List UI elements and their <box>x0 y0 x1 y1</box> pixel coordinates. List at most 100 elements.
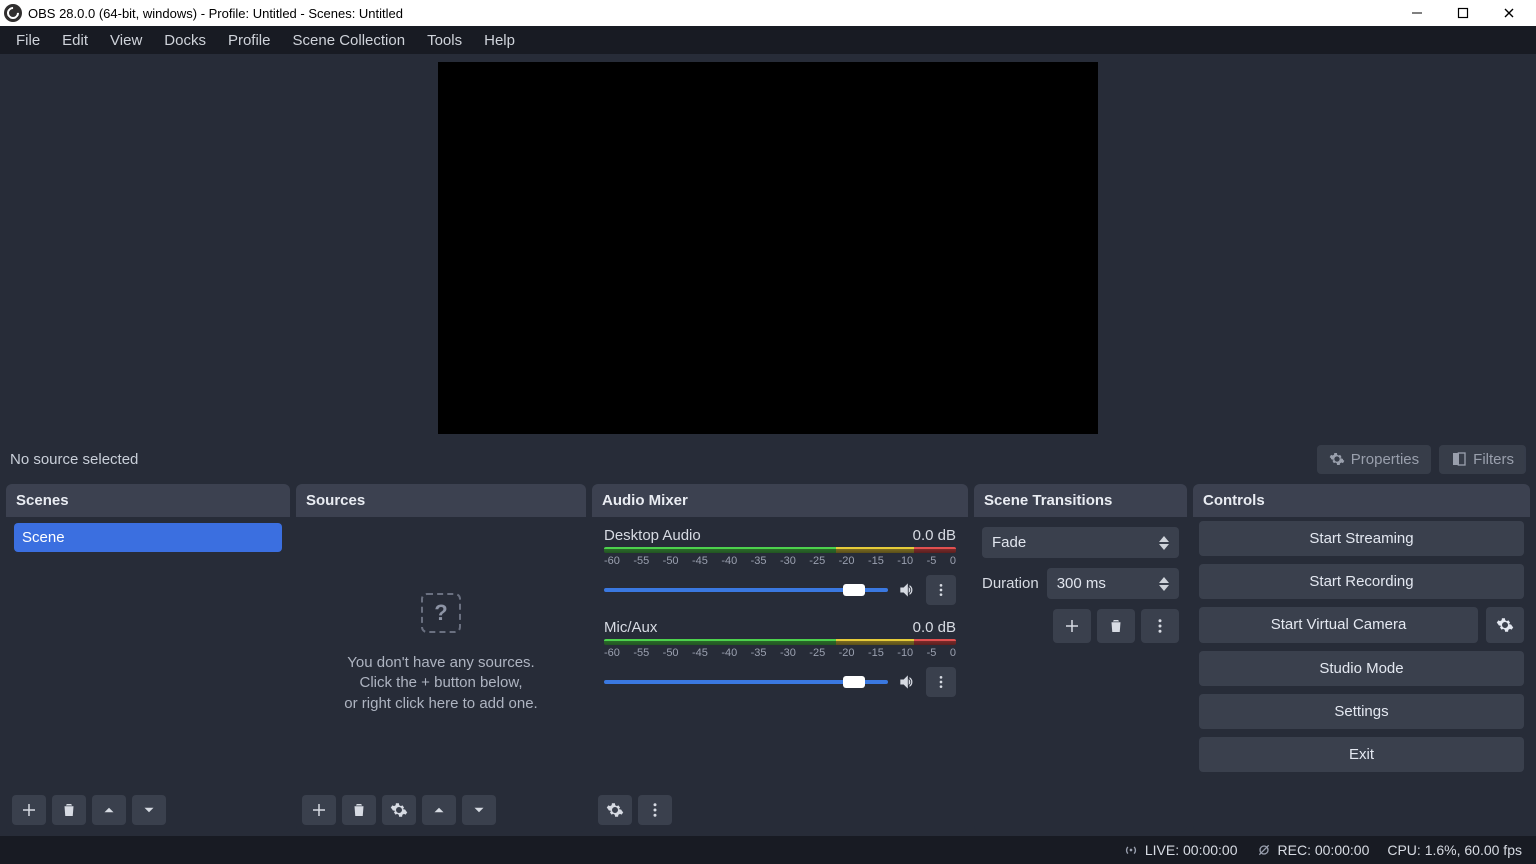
menu-docks[interactable]: Docks <box>154 28 216 53</box>
mixer-item-mic-aux: Mic/Aux 0.0 dB -60-55-50-45-40-35-30-25-… <box>598 615 962 707</box>
close-button[interactable] <box>1486 0 1532 26</box>
plus-icon <box>310 801 328 819</box>
filters-button[interactable]: Filters <box>1439 445 1526 474</box>
trash-icon <box>60 801 78 819</box>
preview-toolbar: No source selected Properties Filters <box>0 440 1536 478</box>
scenes-header[interactable]: Scenes <box>6 484 290 517</box>
obs-logo-icon <box>4 4 22 22</box>
meter-ticks: -60-55-50-45-40-35-30-25-20-15-10-50 <box>604 647 956 659</box>
start-streaming-button[interactable]: Start Streaming <box>1199 521 1524 556</box>
scene-transitions-dock: Scene Transitions Fade Duration 300 ms <box>974 484 1187 832</box>
preview-canvas[interactable] <box>438 62 1098 434</box>
gear-icon <box>1496 616 1514 634</box>
minimize-button[interactable] <box>1394 0 1440 26</box>
menubar: File Edit View Docks Profile Scene Colle… <box>0 26 1536 54</box>
menu-edit[interactable]: Edit <box>52 28 98 53</box>
meter-ticks: -60-55-50-45-40-35-30-25-20-15-10-50 <box>604 555 956 567</box>
menu-scene-collection[interactable]: Scene Collection <box>283 28 416 53</box>
audio-meter <box>604 639 956 645</box>
volume-slider[interactable] <box>604 680 888 684</box>
kebab-icon <box>646 801 664 819</box>
move-scene-up-button[interactable] <box>92 795 126 825</box>
chevron-down-icon <box>140 801 158 819</box>
status-live: LIVE: 00:00:00 <box>1123 842 1238 858</box>
audio-mixer-header[interactable]: Audio Mixer <box>592 484 968 517</box>
chevron-up-icon <box>100 801 118 819</box>
maximize-button[interactable] <box>1440 0 1486 26</box>
question-icon: ? <box>421 593 461 633</box>
exit-button[interactable]: Exit <box>1199 737 1524 772</box>
add-source-button[interactable] <box>302 795 336 825</box>
record-icon <box>1256 842 1272 858</box>
plus-icon <box>1063 617 1081 635</box>
filters-label: Filters <box>1473 451 1514 468</box>
transition-select[interactable]: Fade <box>982 527 1179 558</box>
mixer-menu-button[interactable] <box>638 795 672 825</box>
mixer-options-button[interactable] <box>926 575 956 605</box>
menu-tools[interactable]: Tools <box>417 28 472 53</box>
mixer-item-desktop-audio: Desktop Audio 0.0 dB -60-55-50-45-40-35-… <box>598 523 962 615</box>
start-virtual-camera-button[interactable]: Start Virtual Camera <box>1199 607 1478 643</box>
menu-view[interactable]: View <box>100 28 152 53</box>
sources-dock: Sources ? You don't have any sources. Cl… <box>296 484 586 832</box>
move-scene-down-button[interactable] <box>132 795 166 825</box>
menu-profile[interactable]: Profile <box>218 28 281 53</box>
mute-button[interactable] <box>896 671 918 693</box>
gear-icon <box>1329 451 1345 467</box>
controls-header[interactable]: Controls <box>1193 484 1530 517</box>
duration-spinner[interactable]: 300 ms <box>1047 568 1179 599</box>
audio-mixer-dock: Audio Mixer Desktop Audio 0.0 dB -60-55-… <box>592 484 968 832</box>
kebab-icon <box>933 582 949 598</box>
controls-dock: Controls Start Streaming Start Recording… <box>1193 484 1530 832</box>
menu-file[interactable]: File <box>6 28 50 53</box>
gear-icon <box>606 801 624 819</box>
speaker-icon <box>897 580 917 600</box>
scenes-dock: Scenes Scene <box>6 484 290 832</box>
sources-empty-line2: Click the + button below, <box>359 673 522 693</box>
properties-button[interactable]: Properties <box>1317 445 1431 474</box>
updown-icon <box>1159 576 1169 592</box>
window-title: OBS 28.0.0 (64-bit, windows) - Profile: … <box>28 6 403 21</box>
scene-item[interactable]: Scene <box>14 523 282 552</box>
mixer-options-button[interactable] <box>926 667 956 697</box>
remove-source-button[interactable] <box>342 795 376 825</box>
status-bar: LIVE: 00:00:00 REC: 00:00:00 CPU: 1.6%, … <box>0 836 1536 864</box>
gear-icon <box>390 801 408 819</box>
mixer-db: 0.0 dB <box>913 527 956 544</box>
virtual-camera-settings-button[interactable] <box>1486 607 1524 643</box>
sources-list[interactable]: ? You don't have any sources. Click the … <box>296 517 586 790</box>
preview-area <box>0 54 1536 440</box>
menu-help[interactable]: Help <box>474 28 525 53</box>
add-transition-button[interactable] <box>1053 609 1091 643</box>
duration-value: 300 ms <box>1057 575 1106 592</box>
add-scene-button[interactable] <box>12 795 46 825</box>
remove-transition-button[interactable] <box>1097 609 1135 643</box>
mixer-settings-button[interactable] <box>598 795 632 825</box>
broadcast-icon <box>1123 842 1139 858</box>
transition-menu-button[interactable] <box>1141 609 1179 643</box>
chevron-down-icon <box>470 801 488 819</box>
mute-button[interactable] <box>896 579 918 601</box>
sources-empty-line1: You don't have any sources. <box>347 653 534 673</box>
sources-empty-line3: or right click here to add one. <box>344 694 537 714</box>
settings-button[interactable]: Settings <box>1199 694 1524 729</box>
remove-scene-button[interactable] <box>52 795 86 825</box>
studio-mode-button[interactable]: Studio Mode <box>1199 651 1524 686</box>
move-source-up-button[interactable] <box>422 795 456 825</box>
duration-label: Duration <box>982 575 1039 592</box>
start-recording-button[interactable]: Start Recording <box>1199 564 1524 599</box>
trash-icon <box>350 801 368 819</box>
source-properties-button[interactable] <box>382 795 416 825</box>
audio-meter <box>604 547 956 553</box>
speaker-icon <box>897 672 917 692</box>
sources-empty-state: ? You don't have any sources. Click the … <box>296 517 586 790</box>
transitions-header[interactable]: Scene Transitions <box>974 484 1187 517</box>
kebab-icon <box>1151 617 1169 635</box>
plus-icon <box>20 801 38 819</box>
volume-slider[interactable] <box>604 588 888 592</box>
titlebar: OBS 28.0.0 (64-bit, windows) - Profile: … <box>0 0 1536 26</box>
move-source-down-button[interactable] <box>462 795 496 825</box>
mixer-db: 0.0 dB <box>913 619 956 636</box>
sources-header[interactable]: Sources <box>296 484 586 517</box>
filters-icon <box>1451 451 1467 467</box>
